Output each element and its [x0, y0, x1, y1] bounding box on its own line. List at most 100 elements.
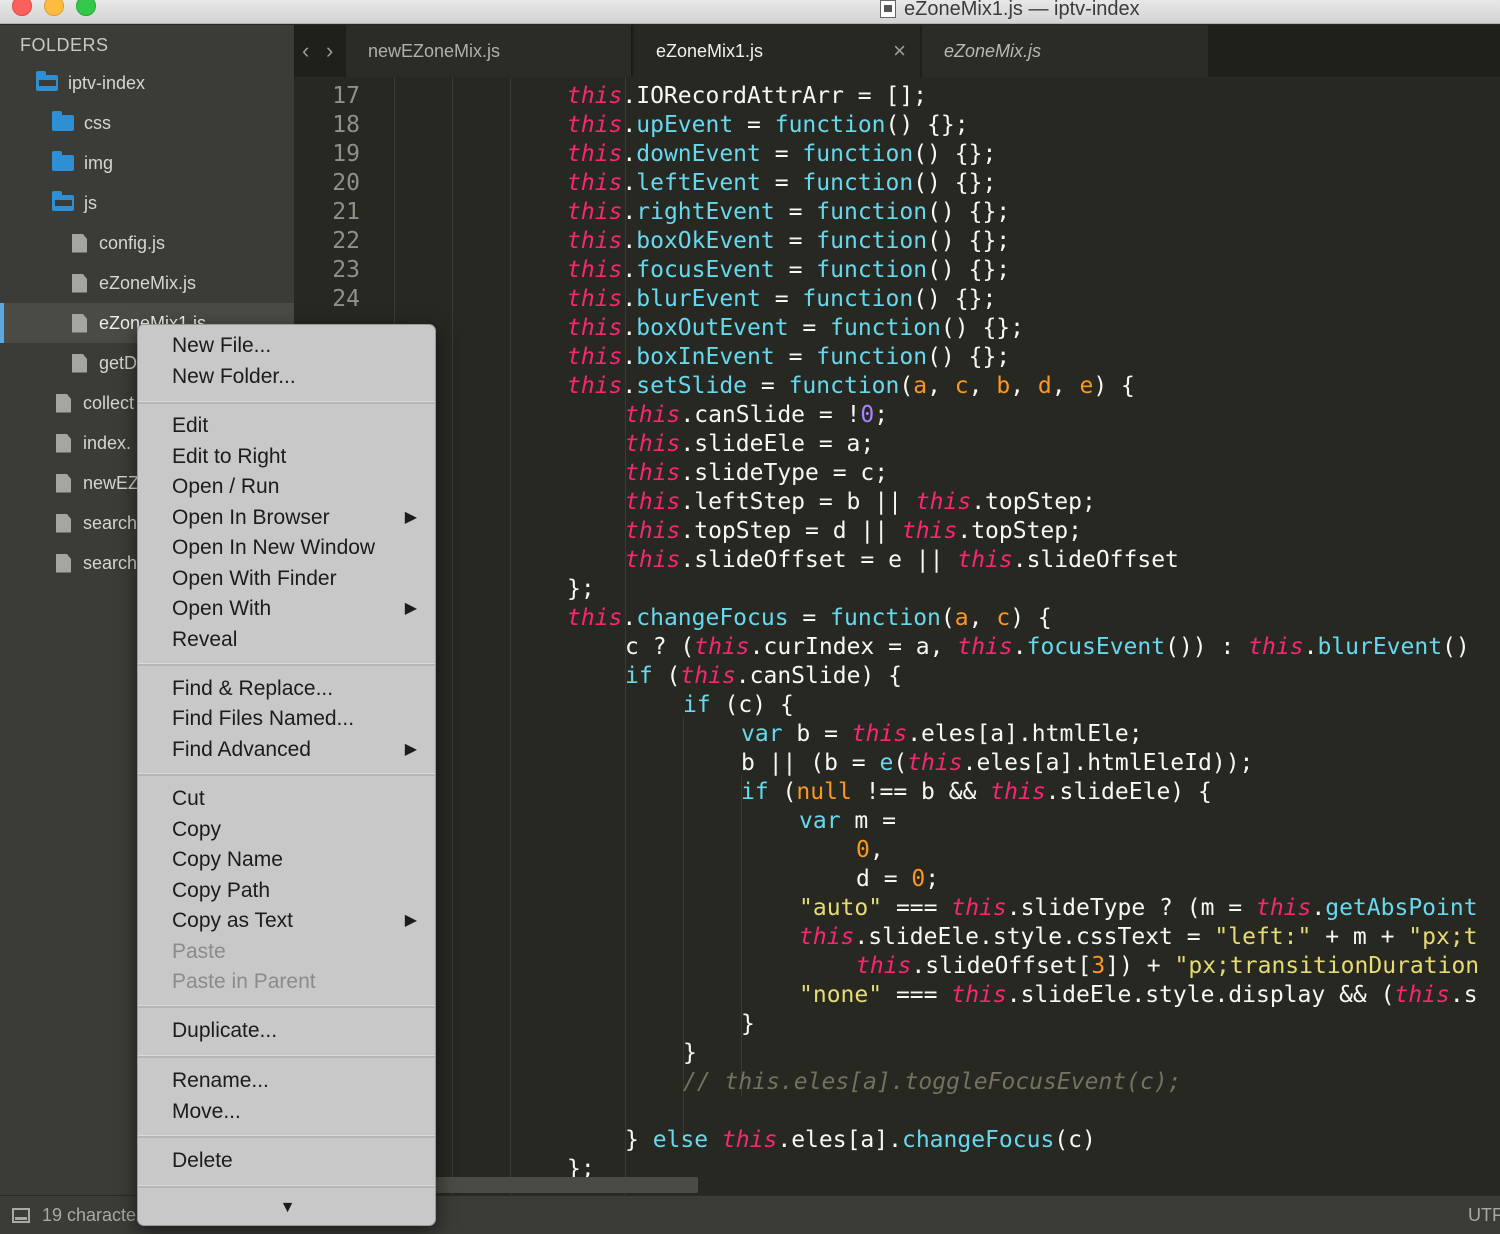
menu-item-label: Copy [172, 818, 222, 841]
sidebar-item-css[interactable]: css [0, 103, 294, 143]
menu-separator [138, 1135, 435, 1138]
code-content: this.IORecordAttrArr = []; this.upEvent … [294, 77, 1500, 1195]
code-line: c ? (this.curIndex = a, this.focusEvent(… [625, 634, 1470, 660]
menu-item-open-with[interactable]: Open With ▶ [138, 594, 435, 624]
sidebar-item-js[interactable]: js [0, 183, 294, 223]
menu-item-copy[interactable]: Copy [138, 815, 435, 845]
menu-item-reveal[interactable]: Reveal [138, 625, 435, 655]
menu-separator [138, 663, 435, 666]
menu-separator [138, 773, 435, 776]
sidebar-item-img[interactable]: img [0, 143, 294, 183]
folder-icon [52, 111, 74, 131]
menu-item-label: Open With [172, 597, 272, 620]
menu-item-edit-to-right[interactable]: Edit to Right [138, 442, 435, 472]
code-line: "auto" === this.slideType ? (m = this.ge… [799, 895, 1478, 921]
menu-item-duplicate[interactable]: Duplicate... [138, 1016, 435, 1046]
code-line: }; [567, 576, 595, 602]
sidebar-item-label: newEZ [83, 472, 140, 493]
code-line: this.leftEvent = function() {}; [567, 170, 997, 196]
menu-item-label: Find Files Named... [172, 707, 355, 730]
tab-newezonemix-js[interactable]: newEZoneMix.js [346, 25, 632, 77]
menu-item-find-advanced[interactable]: Find Advanced ▶ [138, 735, 435, 765]
menu-item-label: Paste [172, 940, 226, 963]
sidebar-item-label: eZoneMix.js [99, 272, 197, 293]
close-window-button[interactable] [12, 0, 32, 16]
submenu-arrow-icon: ▶ [404, 912, 417, 929]
menu-item-label: Open With Finder [172, 567, 337, 590]
sidebar-item-label: js [84, 192, 97, 213]
menu-item-open-in-new-window[interactable]: Open In New Window [138, 533, 435, 563]
menu-item-find-files-named[interactable]: Find Files Named... [138, 704, 435, 734]
menu-item-find-replace[interactable]: Find & Replace... [138, 674, 435, 704]
code-line: this.leftStep = b || this.topStep; [625, 489, 1096, 515]
sidebar-item-label: index. [83, 432, 132, 453]
sidebar-item-ezonemix-js[interactable]: eZoneMix.js [0, 263, 294, 303]
folder-icon [52, 151, 74, 171]
chevron-right-icon[interactable]: › [326, 38, 333, 64]
panel-toggle-icon[interactable] [12, 1208, 30, 1223]
file-icon [56, 473, 71, 493]
sidebar-item-label: getD [99, 352, 138, 373]
menu-item-copy-path[interactable]: Copy Path [138, 876, 435, 906]
submenu-arrow-icon: ▶ [404, 509, 417, 526]
menu-item-open-with-finder[interactable]: Open With Finder [138, 564, 435, 594]
menu-item-move[interactable]: Move... [138, 1097, 435, 1127]
menu-item-label: New Folder... [172, 365, 296, 388]
menu-item-new-folder[interactable]: New Folder... [138, 362, 435, 392]
sidebar-item-label: search [83, 552, 138, 573]
document-icon [880, 0, 896, 18]
menu-item-label: Cut [172, 787, 205, 810]
submenu-arrow-icon: ▶ [404, 741, 417, 758]
menu-item-label: Delete [172, 1149, 233, 1172]
encoding-status[interactable]: UTF-8 [1468, 1205, 1500, 1226]
tab-label: eZoneMix.js [944, 40, 1042, 61]
menu-item-delete[interactable]: Delete [138, 1146, 435, 1176]
close-icon[interactable]: × [893, 38, 906, 64]
file-icon [72, 273, 87, 293]
chevron-left-icon[interactable]: ‹ [302, 38, 309, 64]
sidebar-item-iptv-index[interactable]: iptv-index [0, 63, 294, 103]
menu-item-edit[interactable]: Edit [138, 411, 435, 441]
file-icon [56, 513, 71, 533]
folder-open-icon [36, 71, 58, 91]
menu-item-label: Open In Browser [172, 506, 330, 529]
code-line: this.IORecordAttrArr = []; [567, 83, 928, 109]
menu-item-rename[interactable]: Rename... [138, 1066, 435, 1096]
code-line: } else this.eles[a].changeFocus(c) [625, 1127, 1096, 1153]
menu-item-open-run[interactable]: Open / Run [138, 472, 435, 502]
menu-item-label: Duplicate... [172, 1019, 278, 1042]
menu-item-new-file[interactable]: New File... [138, 331, 435, 361]
code-line: if (c) { [683, 692, 794, 718]
code-line: this.slideOffset[3]) + "px;transitionDur… [856, 953, 1480, 979]
window-title: eZoneMix1.js — iptv-index [904, 0, 1140, 20]
code-line: } [683, 1040, 697, 1066]
menu-separator [138, 1055, 435, 1058]
code-editor[interactable]: 17 18 19 20 21 22 23 24 this.IORecordAtt… [294, 77, 1500, 1195]
menu-item-open-in-browser[interactable]: Open In Browser ▶ [138, 503, 435, 533]
code-line: // this.eles[a].toggleFocusEvent(c); [683, 1069, 1182, 1095]
menu-item-label: Reveal [172, 628, 238, 651]
tab-ezonemix-js[interactable]: eZoneMix.js [922, 25, 1208, 77]
sidebar-item-config-js[interactable]: config.js [0, 223, 294, 263]
menu-item-label: Find & Replace... [172, 677, 334, 700]
code-line: this.slideOffset = e || this.slideOffset [625, 547, 1179, 573]
minimize-window-button[interactable] [44, 0, 64, 16]
menu-item-label: Copy Name [172, 848, 283, 871]
menu-item-label: Edit to Right [172, 445, 287, 468]
chevron-down-icon[interactable]: ▼ [138, 1199, 435, 1217]
menu-item-copy-as-text[interactable]: Copy as Text ▶ [138, 906, 435, 936]
selection-indicator [0, 303, 4, 343]
maximize-window-button[interactable] [76, 0, 96, 16]
code-line: this.setSlide = function(a, c, b, d, e) … [567, 373, 1135, 399]
file-icon [56, 433, 71, 453]
folder-open-icon [52, 191, 74, 211]
code-line: this.boxOkEvent = function() {}; [567, 228, 1011, 254]
menu-item-cut[interactable]: Cut [138, 784, 435, 814]
menu-item-copy-name[interactable]: Copy Name [138, 845, 435, 875]
tab-ezonemix1-js[interactable]: eZoneMix1.js × [634, 25, 920, 77]
menu-item-label: Open In New Window [172, 536, 376, 559]
horizontal-scrollbar[interactable] [434, 1177, 698, 1193]
file-icon [72, 233, 87, 253]
menu-item-label: New File... [172, 334, 272, 357]
code-line: this.upEvent = function() {}; [567, 112, 969, 138]
